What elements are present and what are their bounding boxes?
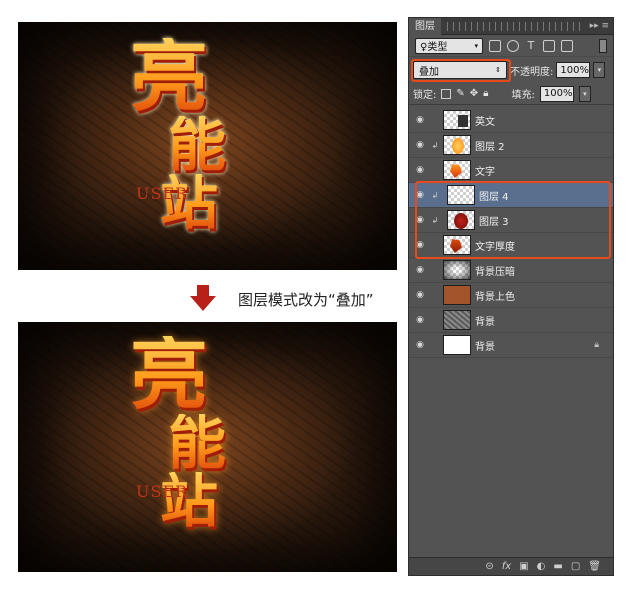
panel-tabbar: 图层 ▸▸ ≡	[409, 17, 613, 35]
layer-thumbnail	[443, 260, 471, 280]
lock-transparency-icon[interactable]	[441, 88, 452, 99]
layer-row[interactable]: ◉ 背景 🔒︎	[409, 333, 613, 358]
opacity-input[interactable]: 100%	[556, 62, 591, 78]
logo-subtext: USER	[136, 184, 189, 203]
layer-row[interactable]: ◉ 英文	[409, 108, 613, 133]
lock-paint-icon[interactable]: ✎	[456, 88, 464, 99]
blend-highlight-frame	[411, 59, 511, 82]
lock-row: 锁定: ✎ ✥ 🔒︎ 填充: 100% ▾	[409, 83, 613, 105]
fill-dropdown-icon[interactable]: ▾	[578, 85, 591, 102]
layer-name: 图层 2	[475, 141, 505, 153]
eye-icon[interactable]: ◉	[409, 165, 431, 175]
filter-row: ♀类型 ▾ T	[409, 35, 613, 57]
logo-char-2: 能	[168, 111, 227, 179]
lock-all-icon[interactable]: 🔒︎	[483, 88, 488, 99]
group-icon[interactable]: ▬	[553, 561, 562, 572]
logo-char-3: 站	[160, 169, 219, 237]
calligraphy-logo: 亮 能 站 USER	[130, 38, 300, 258]
link-icon[interactable]: ⊝	[485, 561, 493, 572]
eye-icon[interactable]: ◉	[409, 140, 431, 150]
layer-row[interactable]: ◉ 背景	[409, 308, 613, 333]
shape-filter-icon[interactable]	[543, 39, 555, 52]
page: 亮 能 站 USER 图层模式改为“叠加” 亮 能 站 USER 图层 ▸▸ ≡…	[0, 0, 640, 595]
layer-name: 背景	[475, 316, 495, 328]
artwork-after: 亮 能 站 USER	[18, 322, 397, 572]
layer-thumbnail	[443, 135, 471, 155]
fill-input[interactable]: 100%	[539, 85, 574, 102]
new-layer-icon[interactable]: ▢	[571, 561, 580, 572]
eye-icon[interactable]: ◉	[409, 290, 431, 300]
type-filter-icon[interactable]: T	[525, 39, 537, 52]
layers-panel: 图层 ▸▸ ≡ ♀类型 ▾ T 叠加 ⇕ 不透明度: 100% ▾ 锁定: ✎ …	[408, 17, 614, 576]
layer-row[interactable]: ◉ 文字	[409, 158, 613, 183]
layer-name: 文字	[475, 166, 495, 178]
layer-thumbnail	[443, 160, 471, 180]
layer-name: 背景	[475, 341, 495, 353]
panel-menu-icon[interactable]: ▸▸ ≡	[586, 21, 613, 31]
lock-label: 锁定:	[413, 90, 437, 101]
blend-row: 叠加 ⇕ 不透明度: 100% ▾	[409, 57, 613, 83]
filter-kind-label: ♀类型	[420, 42, 448, 53]
layer-thumbnail	[443, 110, 471, 130]
instruction-caption: 图层模式改为“叠加”	[238, 291, 374, 309]
lock-icon: 🔒︎	[594, 340, 599, 350]
tab-layers[interactable]: 图层	[409, 17, 441, 35]
logo-subtext: USER	[136, 482, 189, 501]
logo-char-3: 站	[160, 467, 219, 535]
filter-kind-select[interactable]: ♀类型 ▾	[415, 37, 483, 54]
down-arrow-icon	[190, 285, 216, 311]
eye-icon[interactable]: ◉	[409, 315, 431, 325]
layer-name: 背景压暗	[475, 266, 515, 278]
logo-char-1: 亮	[130, 31, 209, 122]
layer-name: 英文	[475, 116, 495, 128]
layer-row[interactable]: ◉ 背景压暗	[409, 258, 613, 283]
mask-icon[interactable]: ▣	[519, 561, 528, 572]
fx-icon[interactable]: fx	[502, 561, 511, 572]
eye-icon[interactable]: ◉	[409, 115, 431, 125]
lock-position-icon[interactable]: ✥	[470, 88, 478, 99]
calligraphy-logo: 亮 能 站 USER	[130, 336, 300, 556]
layer-row[interactable]: ◉ 背景上色	[409, 283, 613, 308]
logo-char-1: 亮	[130, 329, 209, 420]
layer-thumbnail	[443, 285, 471, 305]
eye-icon[interactable]: ◉	[409, 265, 431, 275]
fill-label: 填充:	[511, 90, 535, 101]
logo-char-2: 能	[168, 409, 227, 477]
layers-highlight-frame	[415, 181, 611, 259]
panel-footer: ⊝ fx ▣ ◐ ▬ ▢ 🗑︎	[409, 557, 613, 575]
smart-object-filter-icon[interactable]	[561, 39, 573, 52]
trash-icon[interactable]: 🗑︎	[588, 561, 601, 572]
opacity-label: 不透明度:	[510, 66, 554, 78]
layer-thumbnail	[443, 335, 471, 355]
artwork-before: 亮 能 站 USER	[18, 22, 397, 270]
chevron-down-icon: ▾	[474, 41, 478, 50]
image-filter-icon[interactable]	[489, 39, 501, 52]
adjustment-icon[interactable]: ◐	[537, 561, 546, 572]
layer-thumbnail	[443, 310, 471, 330]
eye-icon[interactable]: ◉	[409, 340, 431, 350]
layer-name: 背景上色	[475, 291, 515, 303]
opacity-dropdown-icon[interactable]: ▾	[593, 62, 606, 78]
adjustment-filter-icon[interactable]	[507, 39, 519, 52]
collapsed-tabs[interactable]	[447, 21, 580, 31]
layer-row[interactable]: ◉ ↲ 图层 2	[409, 133, 613, 158]
filter-toggle[interactable]	[599, 38, 607, 53]
clip-arrow-icon: ↲	[431, 140, 439, 150]
